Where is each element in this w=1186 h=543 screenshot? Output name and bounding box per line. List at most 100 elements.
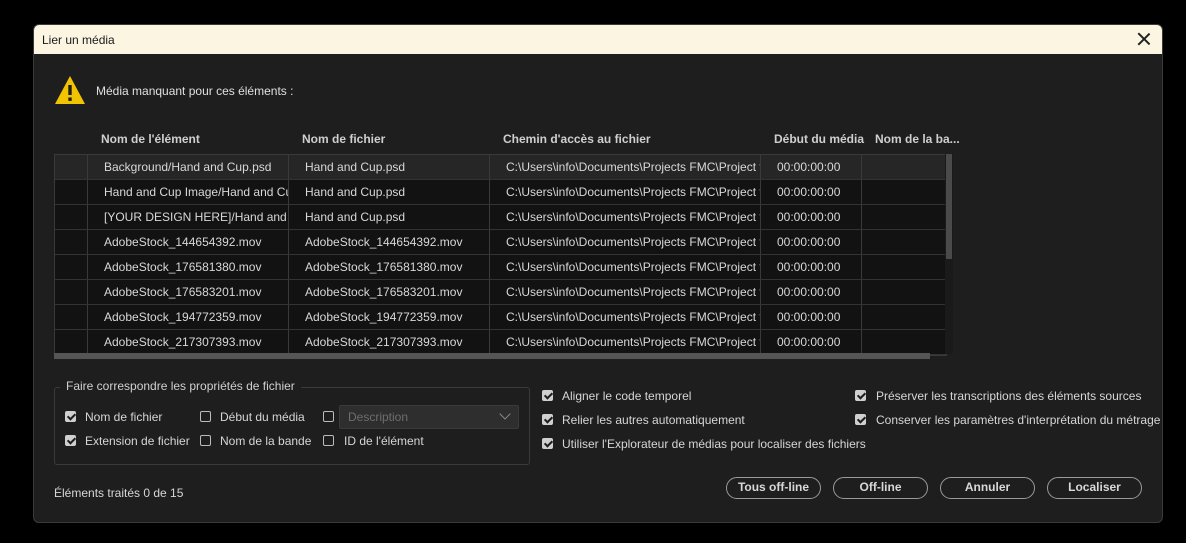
file-path-cell: C:\Users\info\Documents\Projects FMC\Pro… bbox=[489, 180, 760, 204]
column-header-clip-name[interactable]: Nom de l'élément bbox=[101, 132, 200, 146]
file-path-cell: C:\Users\info\Documents\Projects FMC\Pro… bbox=[489, 155, 760, 179]
description-placeholder: Description bbox=[348, 410, 409, 424]
media-start-cell: 00:00:00:00 bbox=[760, 230, 861, 254]
horizontal-scrollbar[interactable] bbox=[54, 353, 930, 359]
file-extension-label: Extension de fichier bbox=[85, 434, 190, 448]
row-status-cell bbox=[55, 230, 87, 254]
tape-name-cell bbox=[861, 330, 946, 354]
row-status-cell bbox=[55, 255, 87, 279]
preserve-transcripts-checkbox[interactable] bbox=[855, 390, 866, 401]
table-body: Background/Hand and Cup.psd Hand and Cup.… bbox=[54, 154, 947, 356]
chevron-down-icon bbox=[499, 408, 511, 420]
cancel-button[interactable]: Annuler bbox=[940, 477, 1035, 499]
media-start-cell: 00:00:00:00 bbox=[760, 255, 861, 279]
file-name-cell: AdobeStock_194772359.mov bbox=[288, 305, 489, 329]
clip-name-cell: AdobeStock_176581380.mov bbox=[87, 255, 288, 279]
tape-name-checkbox[interactable] bbox=[200, 435, 211, 446]
all-offline-button[interactable]: Tous off-line bbox=[726, 477, 821, 499]
missing-media-table: Nom de l'élément Nom de fichier Chemin d… bbox=[54, 125, 960, 363]
keep-interpretation-label: Conserver les paramètres d'interprétatio… bbox=[876, 413, 1161, 427]
clip-name-cell: AdobeStock_194772359.mov bbox=[87, 305, 288, 329]
vertical-scroll-thumb[interactable] bbox=[946, 154, 952, 259]
keep-interpretation-checkbox[interactable] bbox=[855, 414, 866, 425]
row-status-cell bbox=[55, 280, 87, 304]
tape-name-cell bbox=[861, 205, 946, 229]
media-start-cell: 00:00:00:00 bbox=[760, 155, 861, 179]
file-path-cell: C:\Users\info\Documents\Projects FMC\Pro… bbox=[489, 230, 760, 254]
preserve-transcripts-label: Préserver les transcriptions des élément… bbox=[876, 389, 1142, 403]
file-name-cell: AdobeStock_217307393.mov bbox=[288, 330, 489, 354]
link-media-dialog: Lier un média Média manquant pour ces él… bbox=[33, 24, 1163, 523]
row-status-cell bbox=[55, 305, 87, 329]
file-name-cell: AdobeStock_176581380.mov bbox=[288, 255, 489, 279]
clip-name-cell: Hand and Cup Image/Hand and Cup.psd bbox=[87, 180, 288, 204]
use-media-browser-label: Utiliser l'Explorateur de médias pour lo… bbox=[562, 437, 866, 451]
file-path-cell: C:\Users\info\Documents\Projects FMC\Pro… bbox=[489, 330, 760, 354]
media-start-cell: 00:00:00:00 bbox=[760, 280, 861, 304]
align-timecode-checkbox[interactable] bbox=[542, 390, 553, 401]
description-dropdown[interactable]: Description bbox=[339, 405, 519, 429]
match-properties-title: Faire correspondre les propriétés de fic… bbox=[60, 379, 301, 393]
tape-name-cell bbox=[861, 180, 946, 204]
table-row[interactable]: AdobeStock_176583201.mov AdobeStock_17658… bbox=[55, 280, 946, 305]
row-status-cell bbox=[55, 205, 87, 229]
column-header-tape-name[interactable]: Nom de la ba... bbox=[875, 132, 960, 146]
file-path-cell: C:\Users\info\Documents\Projects FMC\Pro… bbox=[489, 280, 760, 304]
table-row[interactable]: AdobeStock_144654392.mov AdobeStock_14465… bbox=[55, 230, 946, 255]
column-header-file-name[interactable]: Nom de fichier bbox=[302, 132, 385, 146]
file-name-cell: Hand and Cup.psd bbox=[288, 155, 489, 179]
table-row[interactable]: AdobeStock_194772359.mov AdobeStock_19477… bbox=[55, 305, 946, 330]
media-start-checkbox[interactable] bbox=[200, 411, 211, 422]
warning-text: Média manquant pour ces éléments : bbox=[96, 84, 294, 98]
warning-icon bbox=[55, 76, 85, 104]
clip-id-checkbox[interactable] bbox=[323, 435, 334, 446]
row-status-cell bbox=[55, 180, 87, 204]
close-icon[interactable] bbox=[1136, 31, 1152, 47]
relink-others-checkbox[interactable] bbox=[542, 414, 553, 425]
vertical-scrollbar[interactable] bbox=[945, 154, 953, 354]
tape-name-cell bbox=[861, 305, 946, 329]
locate-button[interactable]: Localiser bbox=[1047, 477, 1142, 499]
tape-name-label: Nom de la bande bbox=[220, 434, 312, 448]
table-row[interactable]: [YOUR DESIGN HERE]/Hand and Cup.psdHand … bbox=[55, 205, 946, 230]
table-row[interactable]: Hand and Cup Image/Hand and Cup.psdHand … bbox=[55, 180, 946, 205]
clip-name-cell: [YOUR DESIGN HERE]/Hand and Cup.psd bbox=[87, 205, 288, 229]
column-header-file-path[interactable]: Chemin d'accès au fichier bbox=[503, 132, 651, 146]
use-media-browser-checkbox[interactable] bbox=[542, 438, 553, 449]
clip-name-cell: AdobeStock_217307393.mov bbox=[87, 330, 288, 354]
row-status-cell bbox=[55, 330, 87, 354]
title-bar: Lier un média bbox=[34, 25, 1162, 54]
media-start-cell: 00:00:00:00 bbox=[760, 330, 861, 354]
media-start-cell: 00:00:00:00 bbox=[760, 205, 861, 229]
description-checkbox[interactable] bbox=[323, 411, 334, 422]
file-path-cell: C:\Users\info\Documents\Projects FMC\Pro… bbox=[489, 205, 760, 229]
tape-name-cell bbox=[861, 280, 946, 304]
align-timecode-label: Aligner le code temporel bbox=[562, 389, 692, 403]
file-name-cell: AdobeStock_176583201.mov bbox=[288, 280, 489, 304]
media-start-label: Début du média bbox=[220, 410, 305, 424]
dialog-title: Lier un média bbox=[42, 33, 115, 47]
table-row[interactable]: Background/Hand and Cup.psd Hand and Cup.… bbox=[55, 155, 946, 180]
column-header-media-start[interactable]: Début du média bbox=[774, 132, 864, 146]
table-row[interactable]: AdobeStock_217307393.mov AdobeStock_21730… bbox=[55, 330, 946, 355]
offline-button[interactable]: Off-line bbox=[833, 477, 928, 499]
media-start-cell: 00:00:00:00 bbox=[760, 180, 861, 204]
clip-name-cell: AdobeStock_176583201.mov bbox=[87, 280, 288, 304]
status-text: Éléments traités 0 de 15 bbox=[54, 486, 184, 500]
tape-name-cell bbox=[861, 255, 946, 279]
relink-others-label: Relier les autres automatiquement bbox=[562, 413, 745, 427]
file-extension-checkbox[interactable] bbox=[65, 435, 76, 446]
file-path-cell: C:\Users\info\Documents\Projects FMC\Pro… bbox=[489, 305, 760, 329]
table-row[interactable]: AdobeStock_176581380.mov AdobeStock_17658… bbox=[55, 255, 946, 280]
file-path-cell: C:\Users\info\Documents\Projects FMC\Pro… bbox=[489, 255, 760, 279]
clip-name-cell: Background/Hand and Cup.psd bbox=[87, 155, 288, 179]
clip-id-label: ID de l'élément bbox=[344, 434, 424, 448]
tape-name-cell bbox=[861, 230, 946, 254]
file-name-cell: Hand and Cup.psd bbox=[288, 205, 489, 229]
file-name-checkbox[interactable] bbox=[65, 411, 76, 422]
file-name-cell: Hand and Cup.psd bbox=[288, 180, 489, 204]
file-name-label: Nom de fichier bbox=[85, 410, 163, 424]
media-start-cell: 00:00:00:00 bbox=[760, 305, 861, 329]
file-name-cell: AdobeStock_144654392.mov bbox=[288, 230, 489, 254]
row-status-cell bbox=[55, 155, 87, 179]
